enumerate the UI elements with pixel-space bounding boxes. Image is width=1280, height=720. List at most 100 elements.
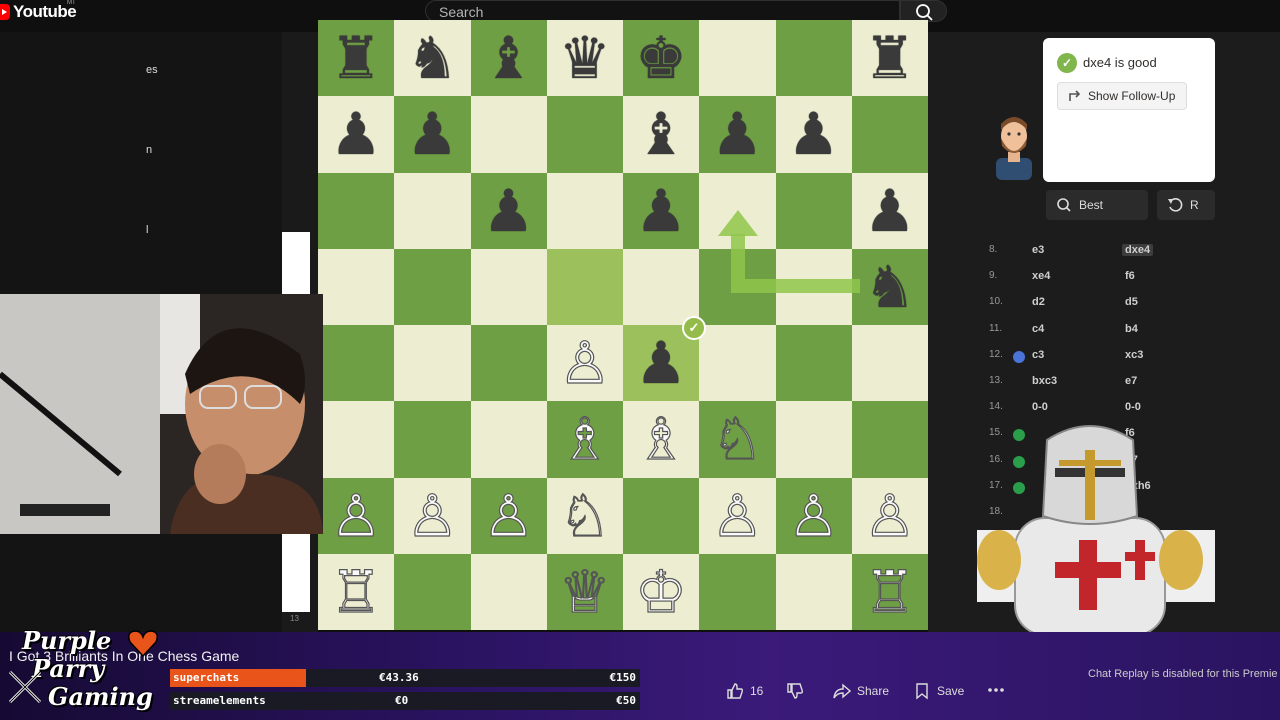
move-row: 11. c4 b4 [980,319,1215,345]
square-g3[interactable] [775,401,852,478]
white-piece-c2[interactable]: ♙ [471,478,547,554]
square-a4[interactable] [318,325,395,402]
square-a6[interactable] [318,172,395,249]
webcam-feed [0,294,323,534]
square-b4[interactable] [394,325,471,402]
white-piece-h1[interactable]: ♖ [852,554,928,630]
square-c3[interactable] [470,401,547,478]
white-piece-d2[interactable]: ♘ [547,478,623,554]
square-e2[interactable] [623,477,700,554]
coach-avatar [996,117,1032,180]
logo-mark: MT [67,0,76,6]
crossed-swords-icon [8,670,42,704]
square-d7[interactable] [546,96,623,173]
templar-knight-mascot [977,425,1203,635]
white-piece-b2[interactable]: ♙ [394,478,470,554]
dislike-button[interactable] [786,682,804,700]
square-a5[interactable] [318,248,395,325]
white-piece-d3[interactable]: ♗ [547,401,623,477]
save-button[interactable]: Save [913,682,964,700]
white-piece-a2[interactable]: ♙ [318,478,394,554]
white-piece-g2[interactable]: ♙ [776,478,852,554]
black-move[interactable]: xc3 [1125,349,1143,361]
square-h3[interactable] [851,401,928,478]
screen: Youtube MT Search es n l 13 7654321abcde… [0,0,1280,720]
black-move[interactable]: dxe4 [1122,244,1154,256]
search-input[interactable]: Search [425,0,900,22]
black-piece-e8[interactable]: ♚ [623,20,699,96]
square-f8[interactable] [699,20,776,97]
square-b6[interactable] [394,172,471,249]
black-piece-e6[interactable]: ♟ [623,173,699,249]
black-piece-b7[interactable]: ♟ [394,96,470,172]
move-number: 14. [989,401,1003,413]
move-row: 13. bxc3 e7 [980,371,1215,397]
black-piece-d8[interactable]: ♛ [547,20,623,96]
black-move[interactable]: b4 [1125,323,1138,335]
white-move[interactable]: d2 [1032,296,1045,308]
black-piece-b8[interactable]: ♞ [394,20,470,96]
like-button[interactable]: 16 [726,682,763,700]
square-g4[interactable] [775,325,852,402]
white-move[interactable]: xe4 [1032,270,1050,282]
move-number: 13. [989,375,1003,386]
square-b3[interactable] [394,401,471,478]
streamelements-label: streamelements [173,694,266,707]
sidebar-fragment: es [146,64,158,76]
share-label: Share [857,684,890,698]
search-button[interactable] [900,0,947,22]
white-move[interactable]: 0-0 [1032,401,1048,413]
white-piece-f2[interactable]: ♙ [699,478,775,554]
black-move[interactable]: d5 [1125,296,1138,308]
black-piece-a8[interactable]: ♜ [318,20,394,96]
square-h4[interactable] [851,325,928,402]
search-placeholder: Search [439,4,484,20]
black-piece-h8[interactable]: ♜ [852,20,928,96]
white-piece-d1[interactable]: ♕ [547,554,623,630]
more-actions-button[interactable] [988,682,1004,698]
black-piece-g7[interactable]: ♟ [776,96,852,172]
square-c4[interactable] [470,325,547,402]
chess-board[interactable]: 7 6 5 4 3 2 1 a b c d e f g h ♜ ♞ ♝ ♛ ♚ ♜ ♟ ♟ ♝ ♟ ♟ ♟ ♟ ♟ ♞ ♙ ♟ ♗ ♗ ♘ ♙ ♙ ♙ ♘ ♙… [318,20,928,630]
move-counter: 13 [290,614,299,623]
square-d5[interactable] [546,248,623,325]
superchats-label: superchats [173,671,240,684]
black-piece-a7[interactable]: ♟ [318,96,394,172]
white-piece-f3[interactable]: ♘ [699,401,775,477]
square-e5[interactable] [623,248,700,325]
retry-button[interactable]: R [1157,190,1215,220]
square-f4[interactable] [699,325,776,402]
black-move[interactable]: e7 [1125,375,1137,387]
black-piece-c6[interactable]: ♟ [471,173,547,249]
black-piece-e7[interactable]: ♝ [623,96,699,172]
streamelements-value: €0 [395,694,409,707]
square-d6[interactable] [546,172,623,249]
square-g8[interactable] [775,20,852,97]
superchats-goal: €150 [609,671,637,684]
square-c7[interactable] [470,96,547,173]
white-piece-a1[interactable]: ♖ [318,554,394,630]
square-h7[interactable] [851,96,928,173]
square-c5[interactable] [470,248,547,325]
white-piece-e1[interactable]: ♔ [623,554,699,630]
white-move[interactable]: c4 [1032,323,1044,335]
white-move[interactable]: c3 [1032,349,1044,361]
square-b5[interactable] [394,248,471,325]
show-followup-button[interactable]: Show Follow-Up [1057,82,1187,110]
square-a3[interactable] [318,401,395,478]
move-number: 10. [989,296,1003,308]
white-move[interactable]: bxc3 [1032,375,1057,387]
white-piece-h2[interactable]: ♙ [852,478,928,554]
youtube-logo[interactable]: Youtube [0,2,77,22]
black-move[interactable]: 0-0 [1125,401,1141,413]
followup-icon [1069,90,1081,101]
white-piece-e3[interactable]: ♗ [623,401,699,477]
black-piece-f7[interactable]: ♟ [699,96,775,172]
share-button[interactable]: Share [833,682,889,700]
best-button[interactable]: Best [1046,190,1148,220]
retry-label: R [1190,198,1199,212]
black-move[interactable]: f6 [1125,270,1135,282]
black-piece-c8[interactable]: ♝ [471,20,547,96]
white-piece-d4[interactable]: ♙ [547,325,623,401]
white-move[interactable]: e3 [1032,244,1044,256]
